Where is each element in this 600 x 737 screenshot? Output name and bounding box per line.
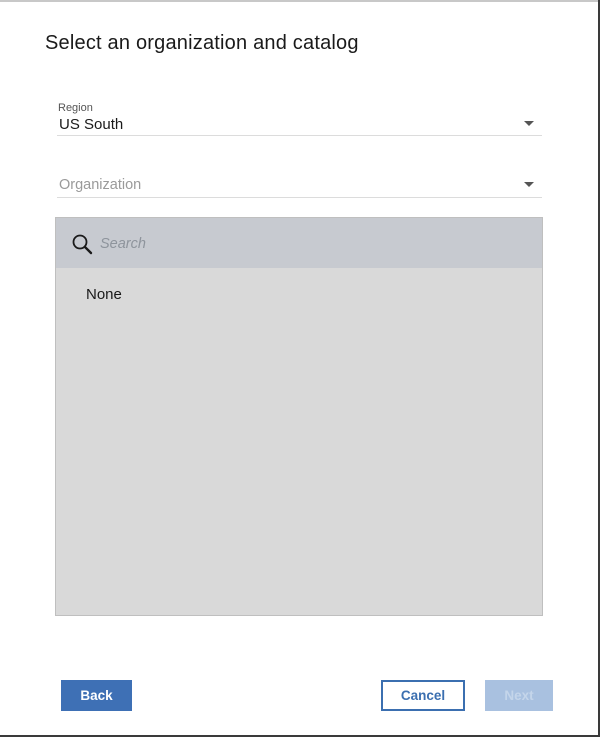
search-input[interactable]	[100, 233, 520, 255]
organization-dropdown[interactable]: Organization	[57, 172, 542, 198]
search-bar	[56, 218, 542, 268]
list-item-none[interactable]: None	[86, 286, 122, 303]
chevron-down-icon	[524, 121, 534, 126]
dialog-title: Select an organization and catalog	[45, 32, 359, 54]
dialog-top-border	[0, 0, 598, 2]
organization-placeholder: Organization	[59, 177, 142, 193]
back-button[interactable]: Back	[61, 680, 132, 711]
organization-list-panel: None	[55, 217, 543, 616]
chevron-down-icon	[524, 182, 534, 187]
search-icon	[71, 233, 95, 257]
select-org-catalog-dialog: Select an organization and catalog Regio…	[0, 0, 600, 737]
region-dropdown[interactable]: Region US South	[57, 101, 542, 136]
next-button[interactable]: Next	[485, 680, 553, 711]
region-value: US South	[59, 116, 124, 133]
region-label: Region	[58, 102, 93, 114]
cancel-button[interactable]: Cancel	[381, 680, 465, 711]
